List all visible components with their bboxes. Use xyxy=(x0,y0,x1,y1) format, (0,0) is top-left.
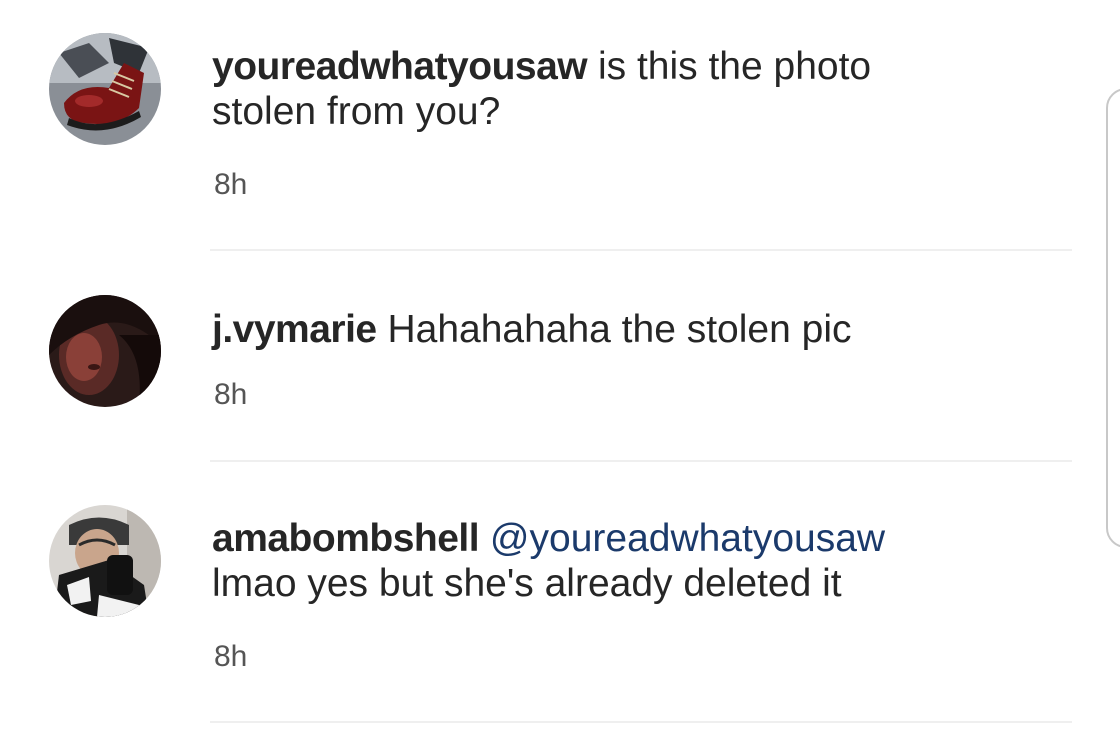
comment-body: is this the photo xyxy=(587,45,872,88)
comment-body-line2: stolen from you? xyxy=(212,90,501,133)
dark-portrait-icon xyxy=(49,295,161,407)
avatar[interactable] xyxy=(49,295,161,407)
comment-body: lmao yes but she's already deleted it xyxy=(212,562,842,605)
mention-link[interactable]: @youreadwhatyousaw xyxy=(490,517,885,560)
divider xyxy=(210,460,1072,462)
comment-timestamp: 8h xyxy=(214,168,248,201)
avatar[interactable] xyxy=(49,505,161,617)
comment-body: Hahahahaha the stolen pic xyxy=(376,308,852,351)
avatar[interactable] xyxy=(49,33,161,145)
divider xyxy=(210,249,1072,251)
boot-photo-icon xyxy=(49,33,161,145)
comment-timestamp: 8h xyxy=(214,378,248,411)
comment-text: j.vymarie Hahahahaha the stolen pic xyxy=(212,307,1072,352)
comment-text: youreadwhatyousaw is this the photo stol… xyxy=(212,44,1072,134)
comment-timestamp: 8h xyxy=(214,640,248,673)
divider xyxy=(210,721,1072,723)
comment-username[interactable]: amabombshell xyxy=(212,517,480,560)
comment-text: amabombshell @youreadwhatyousaw lmao yes… xyxy=(212,516,1072,606)
comment-username[interactable]: youreadwhatyousaw xyxy=(212,45,588,88)
comment-username[interactable]: j.vymarie xyxy=(212,308,377,351)
device-edge-scrollbar[interactable] xyxy=(1106,88,1120,548)
comments-screen: youreadwhatyousaw is this the photo stol… xyxy=(0,0,1120,729)
selfie-portrait-icon xyxy=(49,505,161,617)
